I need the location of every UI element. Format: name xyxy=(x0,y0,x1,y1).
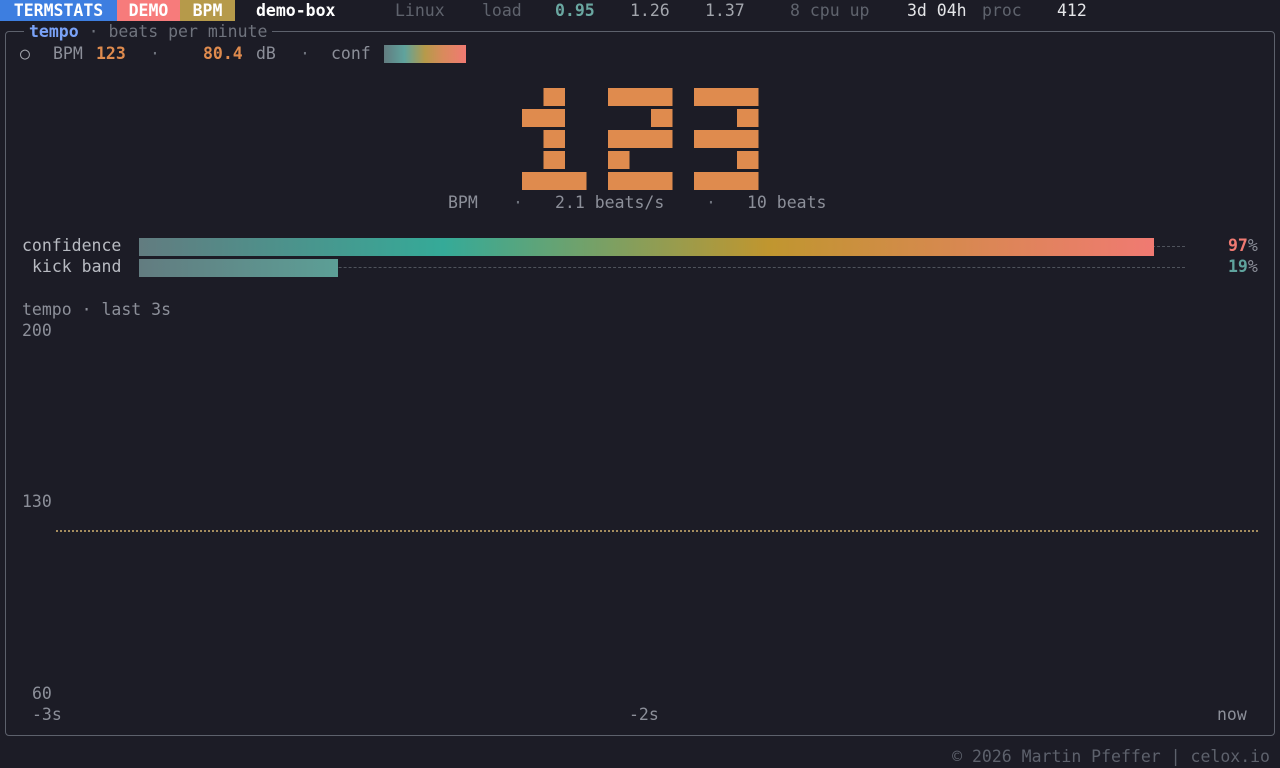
sparkline-y-max: 200 xyxy=(22,321,52,340)
big-digit-block xyxy=(522,172,544,190)
big-digit-block xyxy=(737,88,759,106)
kick-band-meter-track xyxy=(139,259,1185,277)
sparkline-x-start: -3s xyxy=(32,705,62,724)
big-digit-block xyxy=(543,172,565,190)
big-readout-beats-per-sec: 2.1 beats/s xyxy=(555,193,665,212)
big-digit-block xyxy=(522,109,544,127)
big-digit-block xyxy=(543,151,565,169)
big-digit-block xyxy=(651,88,673,106)
confidence-meter-fill xyxy=(139,238,1154,256)
big-digit-block xyxy=(543,109,565,127)
big-digit-block xyxy=(715,88,737,106)
big-readout-beats: 10 beats xyxy=(747,193,827,212)
sparkline-tempo-line xyxy=(56,530,1258,533)
big-readout-unit: BPM xyxy=(448,193,478,212)
confidence-value: 97 xyxy=(1228,236,1248,255)
big-digit-block xyxy=(543,130,565,148)
sparkline-x-end: now xyxy=(1217,705,1247,724)
big-digit-block xyxy=(565,172,587,190)
sparkline-title: tempo · last 3s xyxy=(22,300,172,319)
big-digit-block xyxy=(694,88,716,106)
big-digit-block xyxy=(629,172,651,190)
big-digit-block xyxy=(715,130,737,148)
confidence-meter-track xyxy=(139,238,1185,256)
meter-value-kick-band: 19% xyxy=(1228,256,1258,277)
big-readout-separator: · xyxy=(706,193,716,212)
big-digit-block xyxy=(629,130,651,148)
meter-value-confidence: 97% xyxy=(1228,235,1258,256)
confidence-unit: % xyxy=(1247,236,1258,255)
sparkline-y-mid: 130 xyxy=(22,492,52,511)
big-digit-block xyxy=(737,130,759,148)
big-digit-block xyxy=(737,172,759,190)
big-digit-block xyxy=(608,88,630,106)
big-digit-block xyxy=(694,172,716,190)
big-digit-block xyxy=(543,88,565,106)
big-digit-block xyxy=(651,172,673,190)
kick-band-value: 19 xyxy=(1228,257,1248,276)
big-bpm-readout xyxy=(522,88,759,190)
big-digit-block xyxy=(651,109,673,127)
big-digit-block xyxy=(608,151,630,169)
meter-label-kick-band: kick band xyxy=(32,257,122,276)
big-digit-block xyxy=(608,130,630,148)
big-digit-block xyxy=(715,172,737,190)
big-digit-block xyxy=(608,172,630,190)
big-digit-block xyxy=(694,130,716,148)
footer-credit: © 2026 Martin Pfeffer | celox.io xyxy=(952,747,1270,766)
big-digit-block xyxy=(629,88,651,106)
big-digit-block xyxy=(651,130,673,148)
big-readout-separator: · xyxy=(513,193,523,212)
sparkline-x-mid: -2s xyxy=(629,705,659,724)
sparkline-y-min: 60 xyxy=(32,684,52,703)
meter-label-confidence: confidence xyxy=(22,236,122,255)
kick-band-unit: % xyxy=(1247,257,1258,276)
big-digit-block xyxy=(737,151,759,169)
big-digit-block xyxy=(737,109,759,127)
kick-band-meter-fill xyxy=(139,259,338,277)
